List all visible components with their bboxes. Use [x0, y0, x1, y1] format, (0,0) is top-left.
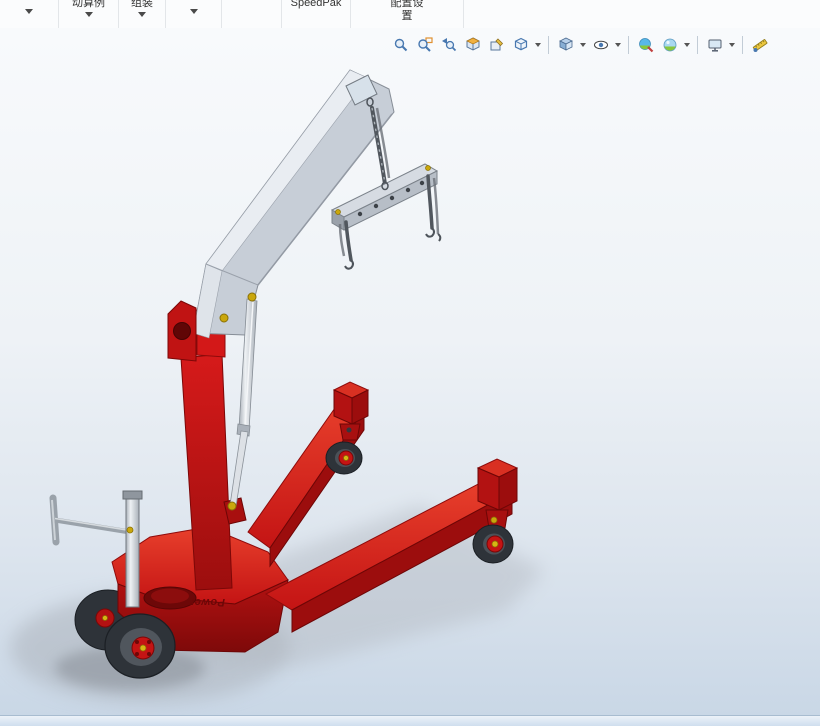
pump-handle[interactable]: [49, 490, 143, 608]
solidworks-window: 动算例 组装 SpeedPak 配置设置 Power: [0, 0, 820, 726]
display-style-icon[interactable]: [555, 34, 576, 55]
toolbar-item-speedpak[interactable]: SpeedPak: [282, 0, 351, 28]
zoom-to-fit-icon[interactable]: [390, 34, 411, 55]
command-toolbar: 动算例 组装 SpeedPak 配置设置: [0, 0, 820, 29]
edit-appearance-icon[interactable]: [635, 34, 656, 55]
power-logo: Power: [189, 596, 225, 608]
apply-scene-icon[interactable]: [659, 34, 680, 55]
toolbar-separator: [628, 35, 629, 54]
toolbar-item-configuration-settings[interactable]: 配置设置: [351, 0, 464, 28]
graphics-viewport[interactable]: Power: [0, 28, 820, 715]
dropdown-caret-icon[interactable]: [580, 42, 586, 47]
measure-icon[interactable]: [749, 34, 770, 55]
view-settings-icon[interactable]: [704, 34, 725, 55]
toolbar-separator: [697, 35, 698, 54]
dropdown-caret-icon[interactable]: [729, 42, 735, 47]
toolbar-item-label: SpeedPak: [290, 0, 342, 9]
view-orientation-icon[interactable]: [510, 34, 531, 55]
transport-wheels-front[interactable]: [104, 613, 176, 679]
3d-drawing-view-icon[interactable]: [486, 34, 507, 55]
toolbar-item-label: 配置设置: [390, 0, 424, 22]
previous-view-icon[interactable]: [438, 34, 459, 55]
crane-3d-model: Power: [10, 69, 545, 703]
toolbar-item-motion-study[interactable]: 动算例: [59, 0, 119, 28]
zoom-to-area-icon[interactable]: [414, 34, 435, 55]
toolbar-cell[interactable]: [0, 0, 59, 28]
headsup-view-toolbar: [390, 34, 770, 55]
section-view-icon[interactable]: [462, 34, 483, 55]
toolbar-cell[interactable]: [166, 0, 222, 28]
dropdown-caret-icon[interactable]: [25, 9, 33, 14]
dropdown-caret-icon[interactable]: [684, 42, 690, 47]
status-bar: [0, 715, 820, 726]
dropdown-caret-icon[interactable]: [138, 12, 146, 17]
toolbar-cell: [464, 0, 820, 28]
hide-show-items-icon[interactable]: [590, 34, 611, 55]
toolbar-separator: [742, 35, 743, 54]
dropdown-caret-icon[interactable]: [535, 42, 541, 47]
dropdown-caret-icon[interactable]: [84, 12, 93, 17]
toolbar-item-label: 动算例: [72, 0, 105, 9]
toolbar-separator: [548, 35, 549, 54]
toolbar-item-label: 组装: [131, 0, 153, 9]
dropdown-caret-icon[interactable]: [189, 9, 198, 14]
toolbar-item-assemble[interactable]: 组装: [119, 0, 166, 28]
dropdown-caret-icon[interactable]: [615, 42, 621, 47]
toolbar-cell: [222, 0, 282, 28]
